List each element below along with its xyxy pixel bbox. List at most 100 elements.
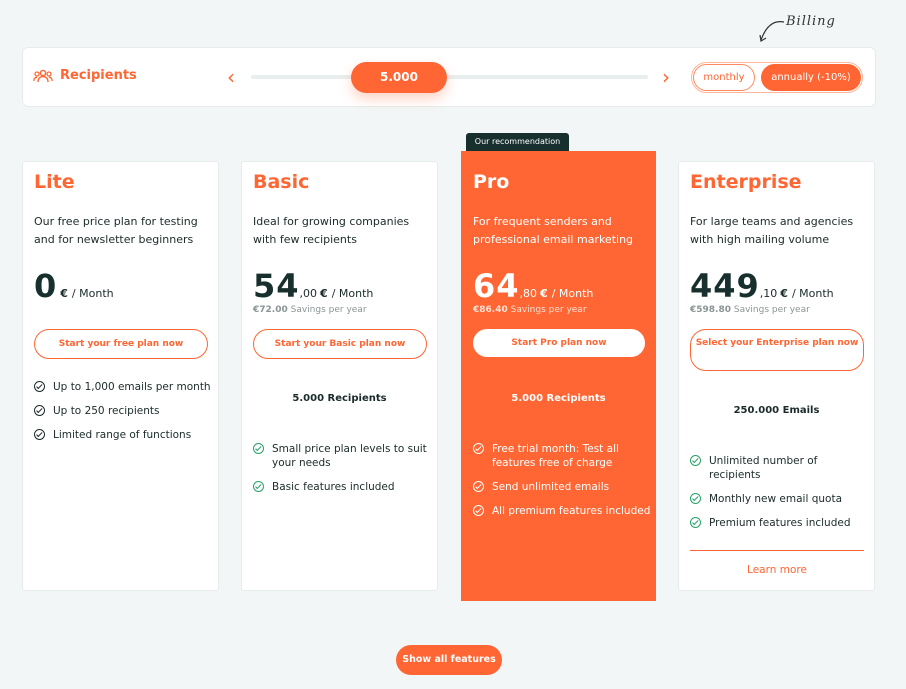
list-item: Basic features included [253,480,433,494]
list-item: Up to 1,000 emails per month [34,380,214,394]
price-cents: ,80 [519,287,538,300]
show-all-features-button[interactable]: Show all features [396,645,502,675]
recipients-slider-track[interactable] [251,75,648,79]
recipients-label: Recipients [60,68,137,83]
learn-more-link[interactable]: Learn more [690,550,864,576]
recommendation-badge: Our recommendation [466,133,569,151]
recipients-slider-handle[interactable]: 5.000 [351,62,447,93]
check-circle-icon [34,405,45,416]
plan-price: 54 ,00 € / Month [253,267,373,305]
savings-text: €86.40 Savings per year [473,305,587,315]
check-circle-icon [690,455,701,466]
check-circle-icon [473,443,484,454]
feature-text: Free trial month: Test all features free… [492,443,619,469]
feature-list: Up to 1,000 emails per month Up to 250 r… [34,380,214,452]
savings-label: Savings per year [290,305,367,315]
chevron-left-icon[interactable]: ‹ [221,64,241,90]
plan-card-enterprise: Enterprise For large teams and agencies … [678,161,875,591]
feature-text: Limited range of functions [53,429,192,441]
billing-annotation: Billing [758,12,848,42]
savings-amount: €86.40 [473,305,508,315]
feature-text: Small price plan levels to suit your nee… [272,443,427,469]
price-main: 0 [34,267,58,305]
price-cents: ,00 [299,287,318,300]
savings-text: €598.80 Savings per year [690,305,810,315]
price-period: / Month [331,287,374,300]
feature-text: All premium features included [492,505,651,517]
price-period: / Month [551,287,594,300]
price-period: / Month [791,287,834,300]
feature-text: Monthly new email quota [709,493,843,505]
plan-card-pro: Pro For frequent senders and professiona… [461,151,656,601]
price-period: / Month [71,287,114,300]
plan-recipients: 5.000 Recipients [511,393,606,404]
plan-description: For large teams and agencies with high m… [690,215,854,246]
start-pro-plan-button[interactable]: Start Pro plan now [473,329,645,357]
list-item: Limited range of functions [34,428,214,442]
feature-text: Up to 250 recipients [53,405,160,417]
check-circle-icon [473,481,484,492]
recipients-label-group: Recipients [33,68,137,83]
people-icon [33,69,53,82]
price-currency: € [540,287,548,300]
feature-text: Up to 1,000 emails per month [53,381,211,393]
savings-amount: €598.80 [690,305,731,315]
billing-monthly-button[interactable]: monthly [693,64,755,91]
price-currency: € [780,287,788,300]
plan-price: 449 ,10 € / Month [690,267,834,305]
savings-amount: €72.00 [253,305,288,315]
feature-text: Unlimited number of recipients [709,455,818,481]
price-main: 64 [473,267,520,305]
plan-recipients: 5.000 Recipients [292,393,387,404]
savings-label: Savings per year [733,305,810,315]
price-main: 449 [690,267,760,305]
list-item: Small price plan levels to suit your nee… [253,442,433,470]
feature-list: Free trial month: Test all features free… [473,442,653,528]
list-item: Send unlimited emails [473,480,653,494]
check-circle-icon [253,481,264,492]
recipients-selector-bar: Recipients ‹ 5.000 › monthly annually (-… [22,47,876,107]
check-circle-icon [34,381,45,392]
plan-name: Lite [34,171,75,193]
plan-description: For frequent senders and professional em… [473,215,634,246]
list-item: Unlimited number of recipients [690,454,870,482]
plan-card-lite: Lite Our free price plan for testing and… [22,161,219,591]
list-item: All premium features included [473,504,653,518]
check-circle-icon [690,517,701,528]
feature-text: Premium features included [709,517,851,529]
feature-text: Basic features included [272,481,395,493]
billing-period-toggle: monthly annually (-10%) [691,62,863,93]
feature-list: Small price plan levels to suit your nee… [253,442,433,504]
plan-name: Pro [473,171,510,193]
list-item: Premium features included [690,516,870,530]
price-currency: € [320,287,328,300]
curved-arrow-icon [759,21,785,42]
chevron-right-icon[interactable]: › [656,64,676,90]
list-item: Free trial month: Test all features free… [473,442,653,470]
savings-label: Savings per year [510,305,587,315]
feature-text: Send unlimited emails [492,481,610,493]
feature-list: Unlimited number of recipients Monthly n… [690,454,870,540]
savings-text: €72.00 Savings per year [253,305,367,315]
start-basic-plan-button[interactable]: Start your Basic plan now [253,329,427,359]
plan-price: 64 ,80 € / Month [473,267,593,305]
plan-description: Our free price plan for testing and for … [34,215,198,246]
check-circle-icon [473,505,484,516]
price-currency: € [60,287,68,300]
billing-annual-button[interactable]: annually (-10%) [761,64,861,91]
plan-description: Ideal for growing companies with few rec… [253,215,410,246]
plan-name: Basic [253,171,310,193]
check-circle-icon [690,493,701,504]
check-circle-icon [253,443,264,454]
price-cents: ,10 [759,287,778,300]
check-circle-icon [34,429,45,440]
select-enterprise-plan-button[interactable]: Select your Enterprise plan now [690,329,864,371]
billing-note-text: Billing [786,14,836,29]
plan-name: Enterprise [690,171,802,193]
plan-price: 0 € / Month [34,267,114,305]
price-main: 54 [253,267,300,305]
plan-emails: 250.000 Emails [733,405,820,416]
list-item: Monthly new email quota [690,492,870,506]
start-free-plan-button[interactable]: Start your free plan now [34,329,208,359]
plan-card-basic: Basic Ideal for growing companies with f… [241,161,438,591]
